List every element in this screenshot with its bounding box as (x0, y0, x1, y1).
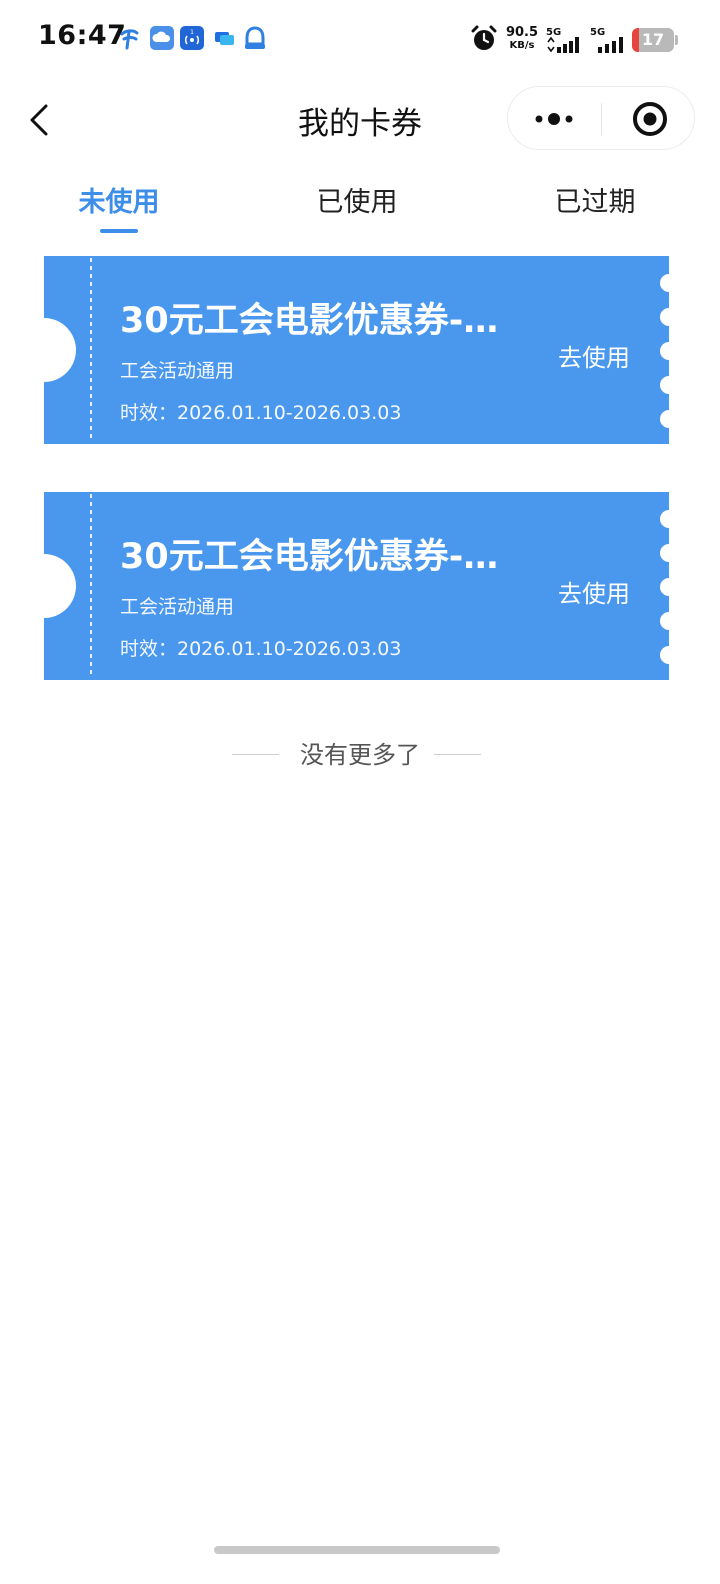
tab-expired[interactable]: 已过期 (515, 180, 675, 219)
coupon-title: 30元工会电影优惠券-… (120, 537, 499, 577)
divider-line-right (434, 754, 481, 755)
network-speed-unit: KB/s (509, 40, 535, 51)
coupon-validity: 时效：2026.01.10-2026.03.03 (120, 638, 402, 660)
chat-app-icon (215, 32, 234, 45)
telecom-icon (120, 29, 139, 50)
status-bar: 16:47 1 90.5 KB/s 5G 5G 17 (0, 0, 720, 80)
signal-2-icon (598, 37, 623, 53)
cloud-app-icon (150, 26, 174, 50)
tab-unused[interactable]: 未使用 (39, 180, 199, 219)
svg-text:1: 1 (190, 29, 194, 36)
mini-program-capsule (507, 86, 695, 150)
tab-used[interactable]: 已使用 (277, 180, 437, 219)
coupon-status-tabs: 未使用 已使用 已过期 (0, 170, 720, 240)
broadcast-app-icon: 1 (180, 26, 204, 50)
use-coupon-button[interactable]: 去使用 (544, 338, 644, 373)
list-end-indicator: 没有更多了 (0, 735, 720, 775)
status-system-icons: 90.5 KB/s 5G 5G 17 (460, 0, 720, 80)
more-button[interactable] (508, 87, 601, 151)
use-coupon-button[interactable]: 去使用 (544, 574, 644, 609)
home-indicator[interactable] (214, 1546, 500, 1554)
coupon-validity: 时效：2026.01.10-2026.03.03 (120, 402, 402, 424)
coupon-scope: 工会活动通用 (120, 596, 235, 618)
divider-line-left (232, 754, 279, 755)
more-dots-icon (535, 113, 573, 125)
active-tab-indicator (100, 229, 138, 233)
alarm-icon (471, 25, 497, 50)
close-mini-program-button[interactable] (602, 87, 695, 151)
signal-1-icon (547, 36, 579, 53)
status-time: 16:47 (38, 20, 127, 51)
battery-level: 17 (641, 30, 665, 49)
network-speed-value: 90.5 (505, 25, 539, 40)
coupon-card[interactable]: 30元工会电影优惠券-… 工会活动通用 时效：2026.01.10-2026.0… (44, 256, 669, 444)
coupon-title: 30元工会电影优惠券-… (120, 301, 499, 341)
battery-tip (675, 35, 678, 45)
battery-icon: 17 (632, 28, 674, 52)
target-close-icon (633, 102, 667, 136)
list-end-text: 没有更多了 (300, 741, 420, 769)
network-speed: 90.5 KB/s (504, 26, 540, 52)
shield-app-icon (245, 26, 265, 49)
coupon-card[interactable]: 30元工会电影优惠券-… 工会活动通用 时效：2026.01.10-2026.0… (44, 492, 669, 680)
coupon-scope: 工会活动通用 (120, 360, 235, 382)
nav-bar: 我的卡券 (0, 80, 720, 160)
